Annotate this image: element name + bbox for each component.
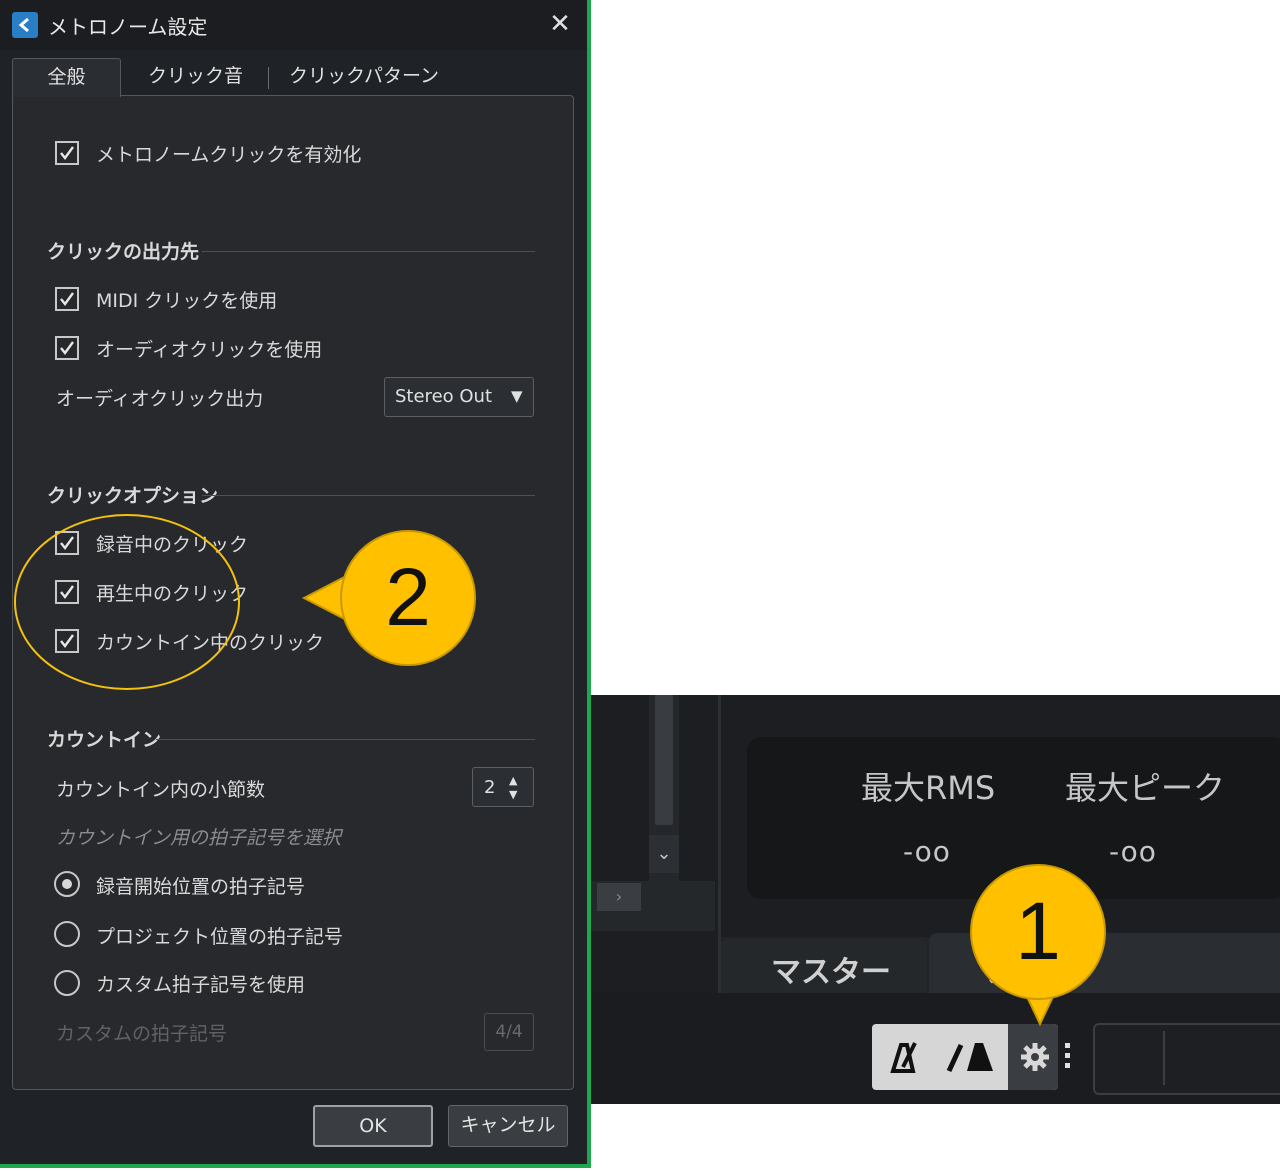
dropdown-arrow-icon: ▼: [511, 387, 523, 405]
countin-section-title: カウントイン: [47, 729, 162, 751]
tab-separator: [268, 67, 269, 89]
cubase-logo-icon: [12, 12, 38, 38]
audio-output-dropdown[interactable]: Stereo Out ▼: [384, 377, 534, 417]
scroll-right-icon[interactable]: ›: [597, 883, 641, 911]
scroll-thumb[interactable]: [655, 695, 673, 825]
spinner-up-icon[interactable]: ▲: [509, 774, 517, 787]
max-peak-value: -oo: [1109, 835, 1157, 868]
precount-icon[interactable]: [883, 1037, 923, 1077]
midi-click-checkbox[interactable]: [55, 287, 79, 311]
transport-panel: ⌄ › 最大RMS 最大ピーク -oo -oo マスター ス: [591, 695, 1280, 1104]
section-divider: [202, 495, 535, 496]
close-icon[interactable]: ✕: [546, 8, 574, 40]
tab-click-sound[interactable]: クリック音: [128, 58, 263, 96]
scroll-down-icon[interactable]: ⌄: [649, 835, 679, 873]
tab-general[interactable]: 全般: [12, 58, 121, 97]
audio-click-checkbox[interactable]: [55, 336, 79, 360]
check-icon: [60, 292, 74, 306]
enable-click-label: メトロノームクリックを有効化: [96, 144, 362, 166]
output-section-title: クリックの出力先: [47, 241, 200, 263]
ok-button[interactable]: OK: [313, 1105, 433, 1147]
cancel-button[interactable]: キャンセル: [448, 1105, 568, 1147]
gear-icon[interactable]: [1019, 1041, 1051, 1073]
dialog-title: メトロノーム設定: [48, 15, 208, 39]
metronome-click-icon[interactable]: [945, 1037, 1001, 1077]
check-icon: [60, 146, 74, 160]
radio-project-signature[interactable]: [54, 921, 80, 947]
audio-output-label: オーディオクリック出力: [56, 388, 264, 410]
max-peak-label: 最大ピーク: [1065, 769, 1226, 807]
check-icon: [60, 341, 74, 355]
tab-master-label: マスター: [771, 955, 891, 990]
radio-custom-signature[interactable]: [54, 970, 80, 996]
spinner-down-icon[interactable]: ▼: [509, 788, 517, 801]
midi-click-label: MIDI クリックを使用: [96, 290, 278, 312]
radio-rec-start-label: 録音開始位置の拍子記号: [96, 876, 306, 898]
radio-selected-dot: [62, 879, 72, 889]
highlight-ellipse: [14, 514, 240, 690]
custom-signature-label: カスタムの拍子記号: [56, 1023, 228, 1045]
radio-custom-label: カスタム拍子記号を使用: [96, 974, 306, 996]
radio-project-label: プロジェクト位置の拍子記号: [96, 926, 344, 948]
callout-2: 2: [340, 530, 476, 666]
time-display[interactable]: [1093, 1023, 1280, 1095]
countin-bars-label: カウントイン内の小節数: [56, 779, 266, 801]
tab-click-pattern[interactable]: クリックパターン: [280, 58, 448, 96]
countin-bars-value: 2: [484, 777, 496, 798]
max-rms-value: -oo: [903, 835, 951, 868]
section-divider: [202, 251, 535, 252]
enable-click-checkbox[interactable]: [55, 141, 79, 165]
time-signature-hint: カウントイン用の拍子記号を選択: [56, 827, 342, 849]
title-bar: メトロノーム設定 ✕: [0, 0, 587, 50]
custom-signature-field: 4/4: [484, 1013, 534, 1051]
click-options-title: クリックオプション: [47, 485, 219, 507]
section-divider: [156, 739, 535, 740]
audio-click-label: オーディオクリックを使用: [96, 339, 323, 361]
more-options-icon[interactable]: [1063, 1041, 1073, 1071]
max-rms-label: 最大RMS: [861, 769, 996, 807]
radio-rec-start-signature[interactable]: [54, 871, 80, 897]
countin-bars-spinner[interactable]: 2 ▲ ▼: [472, 767, 534, 807]
callout-1: 1: [970, 864, 1106, 1000]
audio-output-value: Stereo Out: [395, 386, 493, 407]
time-display-separator: [1163, 1031, 1165, 1085]
